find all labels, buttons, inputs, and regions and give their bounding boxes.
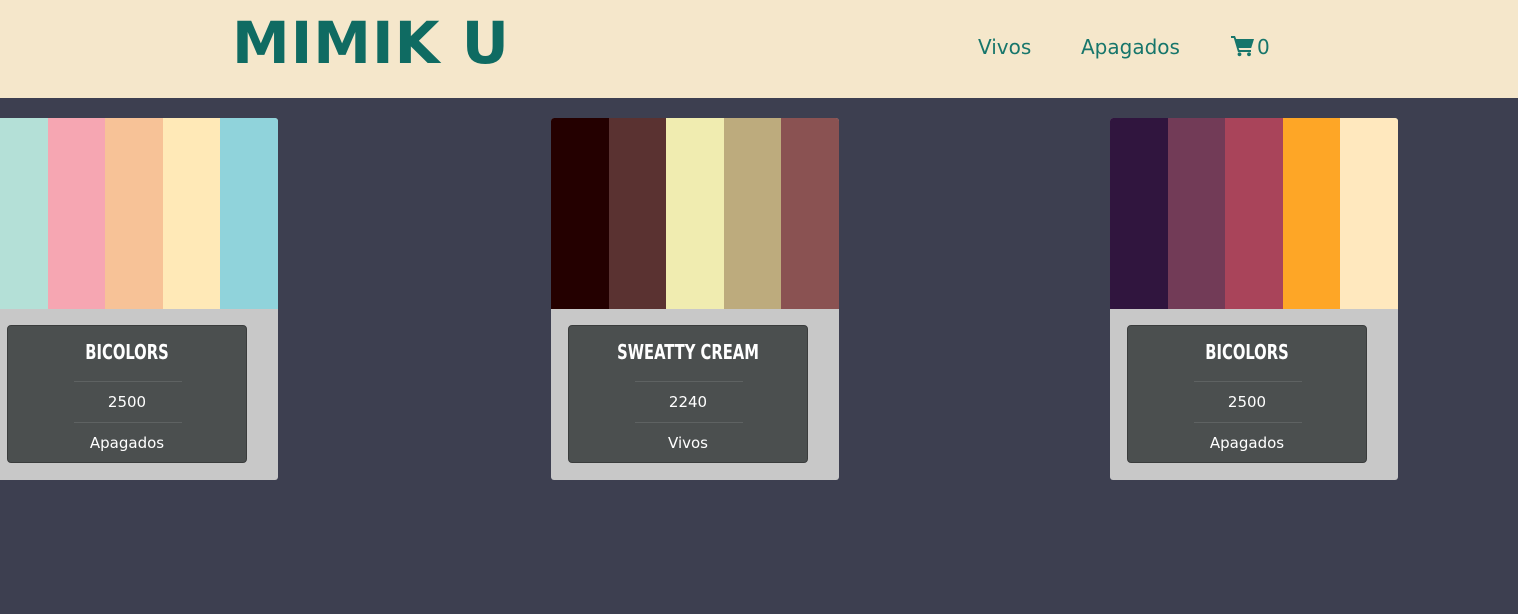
color-swatch: [1282, 118, 1341, 309]
product-name: SWEATTY CREAM: [617, 340, 759, 364]
product-info: BICOLORS 2500 Apagados: [7, 325, 247, 463]
color-palette: [1110, 118, 1398, 309]
color-swatch: [47, 118, 106, 309]
site-header: MIMIK U Vivos Apagados 0: [0, 0, 1518, 98]
product-info: SWEATTY CREAM 2240 Vivos: [568, 325, 808, 463]
product-card[interactable]: SWEATTY CREAM 2240 Vivos: [551, 118, 839, 480]
product-price: 2240: [668, 393, 708, 411]
cart-button[interactable]: 0: [1230, 33, 1270, 61]
color-swatch: [666, 118, 724, 309]
product-category: Apagados: [89, 434, 165, 452]
product-card[interactable]: BICOLORS 2500 Apagados: [0, 118, 278, 480]
color-swatch: [551, 118, 609, 309]
color-swatch: [723, 118, 782, 309]
divider: [1194, 422, 1302, 423]
product-price: 2500: [1227, 393, 1267, 411]
color-swatch: [1340, 118, 1398, 309]
divider: [74, 422, 182, 423]
site-logo[interactable]: MIMIK U: [232, 10, 510, 76]
color-swatch: [1110, 118, 1168, 309]
product-price: 2500: [107, 393, 147, 411]
color-swatch: [1167, 118, 1226, 309]
product-name: BICOLORS: [1205, 340, 1289, 364]
divider: [74, 381, 182, 382]
color-palette: [0, 118, 278, 309]
color-swatch: [105, 118, 163, 309]
product-name: BICOLORS: [85, 340, 169, 364]
product-category: Vivos: [668, 434, 708, 452]
color-swatch: [1225, 118, 1283, 309]
color-palette: [551, 118, 839, 309]
color-swatch: [220, 118, 278, 309]
cart-count: 0: [1257, 35, 1270, 59]
product-category: Apagados: [1209, 434, 1285, 452]
divider: [635, 381, 743, 382]
divider: [635, 422, 743, 423]
color-swatch: [781, 118, 839, 309]
cart-icon: [1230, 33, 1256, 62]
divider: [1194, 381, 1302, 382]
nav-link-apagados[interactable]: Apagados: [1081, 33, 1180, 61]
nav-link-vivos[interactable]: Vivos: [978, 33, 1031, 61]
color-swatch: [0, 118, 48, 309]
color-swatch: [608, 118, 667, 309]
color-swatch: [162, 118, 221, 309]
product-card[interactable]: BICOLORS 2500 Apagados: [1110, 118, 1398, 480]
product-info: BICOLORS 2500 Apagados: [1127, 325, 1367, 463]
